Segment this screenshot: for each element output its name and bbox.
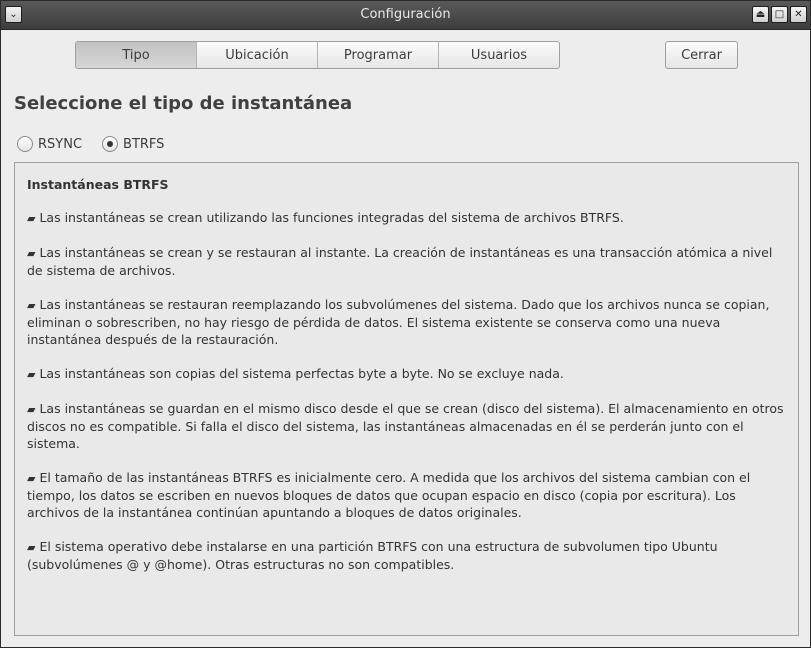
- description-panel: Instantáneas BTRFS ▰ Las instantáneas se …: [14, 162, 799, 636]
- bullet-icon: ▰: [27, 247, 36, 260]
- tab-bar: Tipo Ubicación Programar Usuarios: [75, 41, 560, 69]
- title-bar: ⌄ Configuración ⏏ □ ✕: [1, 1, 810, 30]
- paragraph-text: Las instantáneas son copias del sistema …: [39, 366, 564, 381]
- paragraph-text: El sistema operativo debe instalarse en …: [27, 539, 718, 572]
- maximize-window-button[interactable]: □: [771, 6, 788, 23]
- description-paragraph: ▰ Las instantáneas son copias del sistema…: [27, 365, 786, 383]
- close-icon: ✕: [794, 8, 803, 20]
- window-title: Configuración: [360, 7, 451, 22]
- tab-usuarios[interactable]: Usuarios: [439, 42, 559, 68]
- description-paragraph: ▰ El sistema operativo debe instalarse en…: [27, 538, 786, 573]
- close-button[interactable]: Cerrar: [665, 41, 738, 69]
- radio-rsync[interactable]: RSYNC: [17, 136, 82, 152]
- paragraph-text: El tamaño de las instantáneas BTRFS es i…: [27, 470, 751, 520]
- settings-window: ⌄ Configuración ⏏ □ ✕ Tipo Ubicación Pro…: [0, 0, 811, 648]
- snapshot-type-radio-group: RSYNC BTRFS: [17, 136, 184, 152]
- radio-btrfs-label[interactable]: BTRFS: [123, 137, 164, 152]
- description-paragraph: ▰ El tamaño de las instantáneas BTRFS es …: [27, 469, 786, 521]
- bullet-icon: ▰: [27, 472, 36, 485]
- maximize-icon: □: [774, 8, 785, 20]
- radio-btrfs-indicator[interactable]: [102, 136, 119, 152]
- paragraph-text: Las instantáneas se restauran reemplazan…: [27, 297, 770, 347]
- bullet-icon: ▰: [27, 212, 36, 225]
- shade-window-button[interactable]: ⏏: [752, 6, 769, 23]
- radio-rsync-indicator[interactable]: [17, 136, 33, 152]
- bullet-icon: ▰: [27, 299, 36, 312]
- close-window-button[interactable]: ✕: [790, 6, 807, 23]
- description-title: Instantáneas BTRFS: [27, 177, 169, 192]
- tab-tipo[interactable]: Tipo: [76, 42, 197, 68]
- paragraph-text: Las instantáneas se crean y se restauran…: [27, 245, 773, 278]
- description-paragraph: ▰ Las instantáneas se crean utilizando la…: [27, 209, 786, 227]
- bullet-icon: ▰: [27, 541, 36, 554]
- description-paragraph: ▰ Las instantáneas se crean y se restaura…: [27, 244, 786, 279]
- page-title: Seleccione el tipo de instantánea: [14, 93, 353, 114]
- bullet-icon: ▰: [27, 403, 36, 416]
- eject-icon: ⏏: [755, 8, 766, 20]
- radio-rsync-label[interactable]: RSYNC: [38, 137, 82, 152]
- paragraph-text: Las instantáneas se guardan en el mismo …: [27, 401, 784, 451]
- bullet-icon: ▰: [27, 368, 36, 381]
- paragraph-text: Las instantáneas se crean utilizando las…: [39, 210, 624, 225]
- tab-programar[interactable]: Programar: [318, 42, 439, 68]
- tab-ubicacion[interactable]: Ubicación: [197, 42, 318, 68]
- description-paragraph: ▰ Las instantáneas se guardan en el mismo…: [27, 400, 786, 452]
- description-paragraph: ▰ Las instantáneas se restauran reemplaza…: [27, 296, 786, 348]
- radio-btrfs[interactable]: BTRFS: [102, 136, 164, 152]
